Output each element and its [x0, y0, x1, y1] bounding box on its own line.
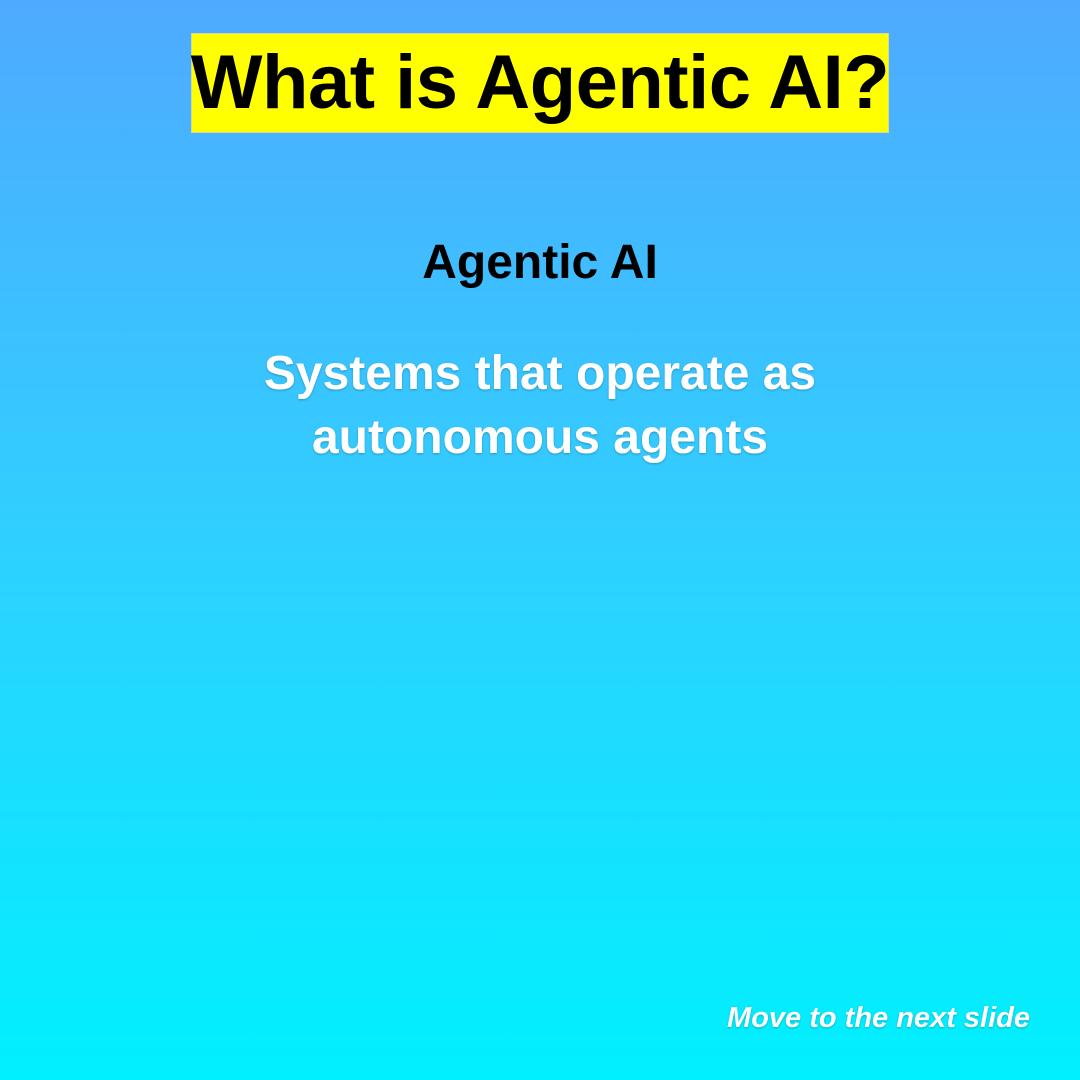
- definition-line-2: autonomous agents: [311, 411, 769, 464]
- title-highlight-box: What is Agentic AI?: [190, 33, 890, 133]
- term-heading: Agentic AI: [422, 236, 658, 289]
- definition-text: Systems that operate as autonomous agent…: [140, 342, 940, 470]
- slide-title: What is Agentic AI?: [190, 40, 890, 125]
- slide: What is Agentic AI? Agentic AI Systems t…: [0, 0, 1080, 1080]
- definition-line-1: Systems that operate as: [263, 347, 817, 400]
- next-slide-hint[interactable]: Move to the next slide: [727, 1000, 1030, 1036]
